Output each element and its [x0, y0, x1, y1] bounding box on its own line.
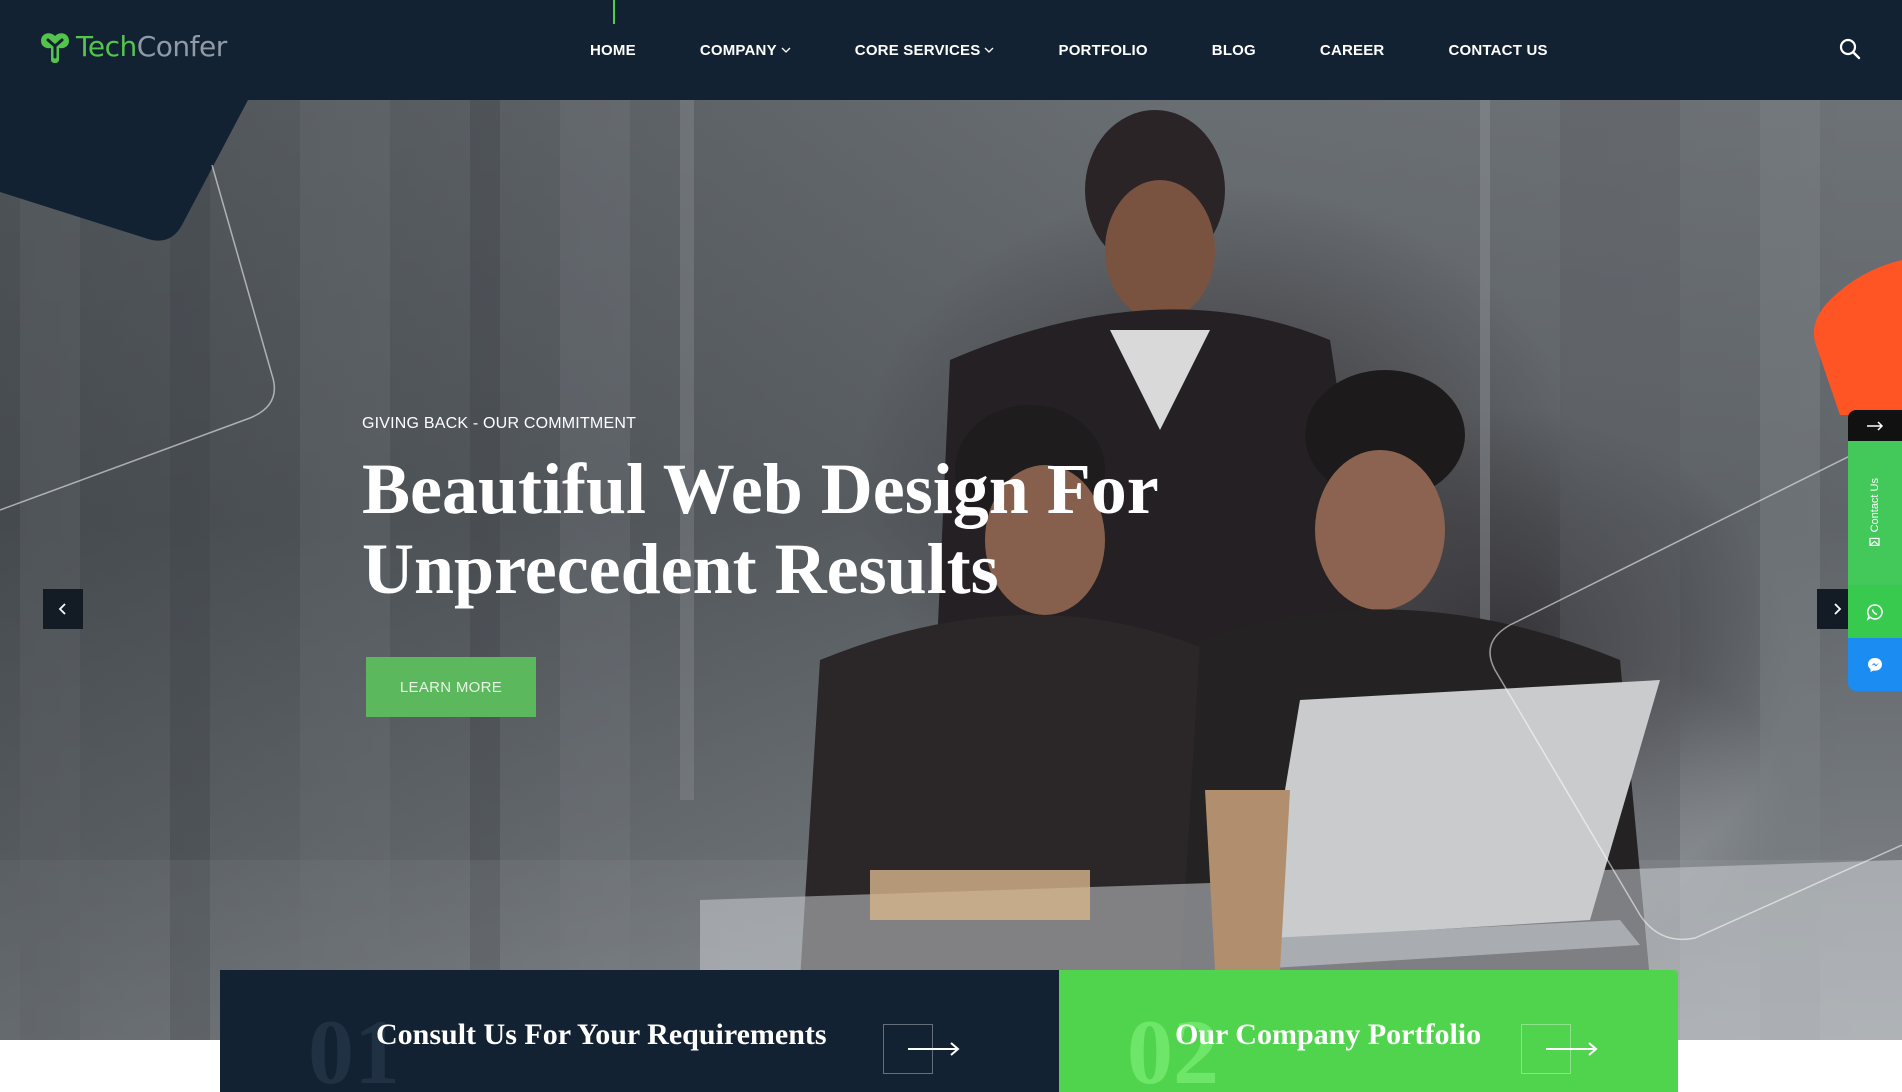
- nav-item-label: HOME: [590, 41, 636, 59]
- site-header: TechConfer HOME COMPANY CORE SERVICES PO…: [0, 0, 1902, 100]
- logo[interactable]: TechConfer: [38, 30, 227, 64]
- search-icon[interactable]: [1838, 37, 1862, 61]
- chevron-left-icon: [58, 603, 66, 615]
- hero-headline-line1: Beautiful Web Design For: [362, 449, 1159, 529]
- card-title: Our Company Portfolio: [1175, 1018, 1482, 1051]
- whatsapp-icon: [1866, 603, 1883, 621]
- nav-item-label: CAREER: [1319, 41, 1385, 59]
- contact-us-tab[interactable]: Contact Us: [1848, 441, 1902, 585]
- feature-cards: 01 Consult Us For Your Requirements 02 O…: [220, 970, 1678, 1092]
- nav-item-contact-us[interactable]: CONTACT US: [1448, 42, 1547, 59]
- nav-item-core-services[interactable]: CORE SERVICES: [855, 42, 995, 59]
- hero-headline-line2: Unprecedent Results: [362, 529, 999, 609]
- card-arrow-button[interactable]: [883, 1024, 963, 1074]
- arrow-right-icon: [1867, 420, 1884, 431]
- main-nav: HOME COMPANY CORE SERVICES PORTFOLIO BLO…: [590, 0, 1612, 100]
- feature-card-portfolio[interactable]: 02 Our Company Portfolio: [1059, 970, 1678, 1092]
- logo-text-tech: Tech: [76, 30, 137, 63]
- learn-more-button[interactable]: LEARN MORE: [366, 657, 536, 717]
- feature-card-consult[interactable]: 01 Consult Us For Your Requirements: [220, 970, 1059, 1092]
- long-arrow-right-icon: [1546, 1042, 1598, 1056]
- nav-item-career[interactable]: CAREER: [1320, 42, 1385, 59]
- nav-item-portfolio[interactable]: PORTFOLIO: [1058, 42, 1147, 59]
- nav-item-home[interactable]: HOME: [590, 0, 636, 59]
- slider-prev-button[interactable]: [43, 589, 83, 629]
- widget-toggle-button[interactable]: [1848, 410, 1902, 441]
- logo-text: TechConfer: [76, 30, 227, 64]
- long-arrow-right-icon: [908, 1042, 960, 1056]
- hero-headline: Beautiful Web Design For Unprecedent Res…: [362, 449, 1262, 609]
- messenger-button[interactable]: [1848, 638, 1902, 691]
- nav-item-blog[interactable]: BLOG: [1212, 42, 1256, 59]
- chevron-down-icon: [985, 47, 994, 53]
- nav-item-label: CONTACT US: [1448, 41, 1548, 59]
- chevron-right-icon: [1834, 603, 1842, 615]
- contact-us-tab-content: Contact Us: [1869, 478, 1881, 547]
- logo-icon: [41, 33, 69, 63]
- chevron-down-icon: [781, 47, 791, 53]
- hero-content: GIVING BACK - OUR COMMITMENT Beautiful W…: [362, 415, 1262, 717]
- hero-slider: GIVING BACK - OUR COMMITMENT Beautiful W…: [0, 100, 1902, 1040]
- hero-subtitle: GIVING BACK - OUR COMMITMENT: [362, 415, 637, 432]
- nav-item-label: COMPANY: [699, 41, 777, 59]
- logo-text-confer: Confer: [136, 30, 228, 63]
- nav-item-label: BLOG: [1211, 41, 1256, 59]
- nav-item-label: PORTFOLIO: [1058, 41, 1148, 59]
- nav-item-company[interactable]: COMPANY: [700, 42, 791, 59]
- nav-item-label: CORE SERVICES: [854, 41, 981, 59]
- card-title: Consult Us For Your Requirements: [376, 1018, 827, 1051]
- floating-contact-widget: Contact Us: [1848, 410, 1902, 691]
- card-arrow-button[interactable]: [1521, 1024, 1601, 1074]
- mail-icon: [1869, 538, 1881, 547]
- messenger-icon: [1868, 657, 1882, 672]
- whatsapp-button[interactable]: [1848, 585, 1902, 638]
- contact-us-tab-label: Contact Us: [1869, 478, 1881, 533]
